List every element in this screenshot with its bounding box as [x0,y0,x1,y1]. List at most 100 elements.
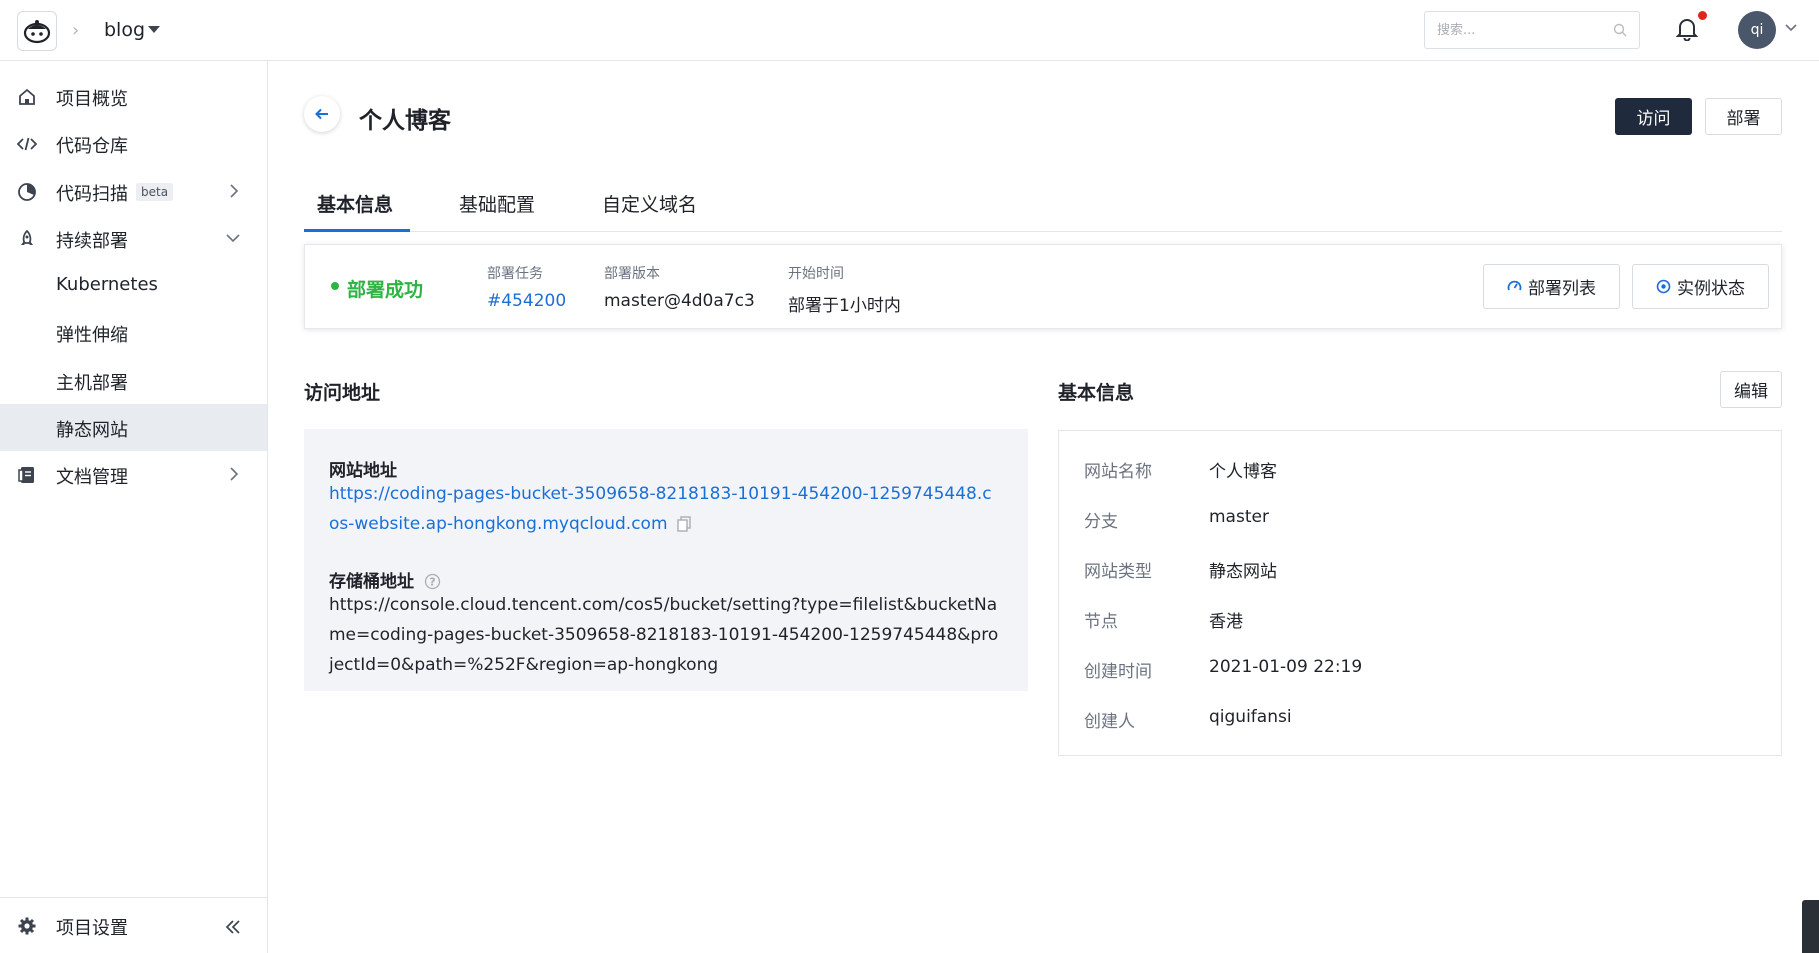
sidebar-item-label: 文档管理 [56,467,128,488]
sidebar-item-host-deploy[interactable]: 主机部署 [0,357,267,404]
tab-custom-domain[interactable]: 自定义域名 [602,190,697,232]
sidebar-item-continuous-deploy[interactable]: 持续部署 [0,215,267,262]
info-key: 网站类型 [1084,562,1152,582]
task-link[interactable]: #454200 [487,291,566,311]
home-icon [19,88,35,105]
site-url-label: 网站地址 [329,461,397,481]
info-row-site-type: 网站类型 静态网站 [1084,557,1764,587]
gauge-icon [1507,280,1522,291]
avatar[interactable]: qi [1738,11,1776,49]
search-box [1424,11,1640,49]
sidebar-item-label: 代码扫描 [56,184,128,205]
version-value: master@4d0a7c3 [604,291,755,311]
access-section-title: 访问地址 [304,382,381,404]
project-selector[interactable]: blog [104,19,145,41]
info-key: 分支 [1084,512,1118,532]
beta-badge: beta [136,183,174,201]
back-button[interactable] [304,96,340,132]
top-bar: › blog qi [0,0,1819,61]
bucket-url-label-text: 存储桶地址 [329,572,414,592]
info-value: master [1209,507,1269,527]
info-row-node: 节点 香港 [1084,607,1764,637]
info-value: 2021-01-09 22:19 [1209,657,1363,677]
instance-status-label: 实例状态 [1677,279,1745,299]
sidebar-item-kubernetes[interactable]: Kubernetes [0,262,267,309]
deploy-list-button[interactable]: 部署列表 [1483,264,1620,309]
arrow-left-icon [315,108,328,120]
rocket-icon [21,229,33,245]
info-row-created-time: 创建时间 2021-01-09 22:19 [1084,657,1764,687]
sidebar-item-autoscaling[interactable]: 弹性伸缩 [0,309,267,356]
app-logo[interactable] [17,11,57,51]
collapse-sidebar-icon[interactable] [225,920,241,934]
info-row-branch: 分支 master [1084,507,1764,537]
sidebar-item-label: 弹性伸缩 [56,325,128,346]
deploy-button[interactable]: 部署 [1705,98,1782,135]
chevron-right-icon [230,467,239,481]
sidebar-item-static-site[interactable]: 静态网站 [0,404,267,451]
sidebar-footer: 项目设置 [0,897,267,953]
info-row-creator: 创建人 qiguifansi [1084,707,1764,737]
bell-icon[interactable] [1676,17,1698,41]
basic-info-section-title: 基本信息 [1058,382,1135,404]
chevron-right-icon: › [72,20,80,41]
sidebar: 项目概览 代码仓库 代码扫描 beta 持续部署 Kubernetes 弹性伸缩… [0,61,268,953]
copy-icon[interactable] [677,516,691,532]
info-key: 网站名称 [1084,462,1152,482]
info-key: 创建时间 [1084,662,1152,682]
sidebar-item-label: 持续部署 [56,231,128,252]
basic-info-panel: 网站名称 个人博客 分支 master 网站类型 静态网站 节点 香港 创建时间… [1058,430,1782,756]
scrollbar-handle[interactable] [1802,900,1819,953]
caret-down-icon[interactable] [148,26,160,33]
info-key: 创建人 [1084,712,1135,732]
sidebar-item-label: 静态网站 [56,420,128,441]
deploy-list-label: 部署列表 [1528,279,1596,299]
scan-icon [18,183,36,201]
start-time-value: 部署于1小时内 [788,296,901,316]
tab-basic-config[interactable]: 基础配置 [459,190,535,232]
bucket-url-label: 存储桶地址 ? [329,567,441,592]
chevron-down-icon[interactable] [1785,24,1797,32]
start-time-label: 开始时间 [788,266,844,282]
gear-icon [18,917,36,935]
sidebar-item-label: 项目设置 [56,918,128,939]
site-url-link[interactable]: https://coding-pages-bucket-3509658-8218… [329,484,992,534]
site-url-block: https://coding-pages-bucket-3509658-8218… [329,479,1001,539]
sidebar-item-label: 项目概览 [56,89,128,110]
search-input[interactable] [1425,12,1595,48]
chevron-down-icon [226,234,240,243]
info-row-site-name: 网站名称 个人博客 [1084,457,1764,487]
info-value: 香港 [1209,612,1243,632]
tab-basic-info[interactable]: 基本信息 [317,190,393,232]
bucket-url-text: https://console.cloud.tencent.com/cos5/b… [329,595,999,675]
code-icon [17,137,37,151]
info-value: 静态网站 [1209,562,1277,582]
status-dot [331,282,339,290]
tab-bar: 基本信息 基础配置 自定义域名 [304,186,1782,232]
page-title: 个人博客 [359,108,451,134]
visit-button[interactable]: 访问 [1615,98,1692,135]
notification-dot [1698,11,1707,20]
target-icon [1656,279,1671,294]
sidebar-item-label: 主机部署 [56,373,128,394]
access-address-panel: 网站地址 https://coding-pages-bucket-3509658… [304,429,1028,691]
sidebar-item-overview[interactable]: 项目概览 [0,73,267,120]
avatar-text: qi [1750,22,1764,38]
search-icon[interactable] [1613,23,1627,37]
sidebar-item-code-scan[interactable]: 代码扫描 beta [0,168,267,215]
version-label: 部署版本 [604,266,660,282]
instance-status-button[interactable]: 实例状态 [1632,264,1769,309]
deploy-status-card: 部署成功 部署任务 #454200 部署版本 master@4d0a7c3 开始… [304,244,1782,329]
logo-icon [23,20,51,44]
sidebar-item-docs[interactable]: 文档管理 [0,451,267,498]
active-tab-indicator [304,229,410,232]
sidebar-item-code-repo[interactable]: 代码仓库 [0,120,267,167]
task-label: 部署任务 [487,266,543,282]
edit-button[interactable]: 编辑 [1720,371,1782,408]
info-key: 节点 [1084,612,1118,632]
chevron-right-icon [230,184,239,198]
document-icon [18,467,34,483]
info-value: qiguifansi [1209,707,1292,727]
status-text: 部署成功 [347,279,424,301]
help-icon[interactable]: ? [424,573,441,590]
